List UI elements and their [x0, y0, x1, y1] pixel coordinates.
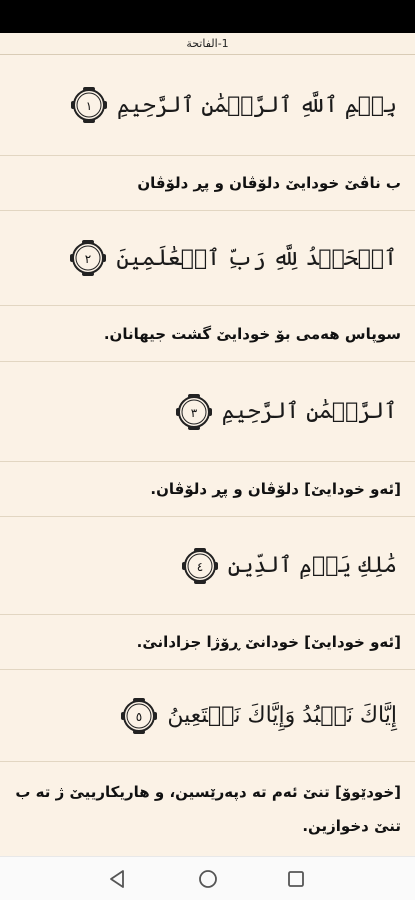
- verse-arabic-text: بِسۡمِ ٱللَّهِ ٱلرَّحۡمَٰنِ ٱلرَّحِيمِ: [116, 92, 397, 118]
- verse-row-4[interactable]: مَٰلِكِ يَوۡمِ ٱلدِّينِ ٤: [0, 517, 415, 615]
- ayah-number-marker-icon: ١: [70, 87, 107, 123]
- ayah-number: ٤: [196, 560, 202, 574]
- home-circle-icon[interactable]: [196, 867, 220, 891]
- verse-arabic-text: إِيَّاكَ نَعۡبُدُ وَإِيَّاكَ نَسۡتَعِينُ: [167, 703, 397, 728]
- translation-row-2[interactable]: سوپاس هەمی بۆ خودایێ گشت جیهانان.: [0, 306, 415, 362]
- verse-row-3[interactable]: ٱلرَّحۡمَٰنِ ٱلرَّحِيمِ ٣: [0, 362, 415, 462]
- verse-arabic-text: ٱلۡحَمۡدُ لِلَّهِ رَبِّ ٱلۡعَٰلَمِينَ: [116, 245, 397, 271]
- verse-row-1[interactable]: بِسۡمِ ٱللَّهِ ٱلرَّحۡمَٰنِ ٱلرَّحِيمِ ١: [0, 55, 415, 156]
- back-triangle-icon[interactable]: [106, 867, 130, 891]
- verse-arabic-text: ٱلرَّحۡمَٰنِ ٱلرَّحِيمِ: [221, 399, 397, 424]
- verse-list[interactable]: بِسۡمِ ٱللَّهِ ٱلرَّحۡمَٰنِ ٱلرَّحِيمِ ١…: [0, 55, 415, 856]
- verse-translation: ب ناڤێ خودایێ دلۆڤان و پڕ دلۆڤان: [137, 174, 401, 192]
- ayah-number-marker-icon: ٥: [121, 697, 158, 734]
- surah-title-bar: 1-الفاتحة: [0, 33, 415, 55]
- verse-translation: [ئەو خودایێ] دلۆڤان و پڕ دلۆڤان.: [150, 480, 401, 498]
- translation-row-3[interactable]: [ئەو خودایێ] دلۆڤان و پڕ دلۆڤان.: [0, 462, 415, 517]
- ayah-number: ٢: [85, 252, 91, 266]
- translation-row-4[interactable]: [ئەو خودایێ] خودانێ ڕۆژا جزادانێ.: [0, 615, 415, 670]
- surah-title: 1-الفاتحة: [186, 37, 229, 50]
- ayah-number-marker-icon: ٤: [181, 547, 218, 584]
- ayah-number-marker-icon: ٢: [70, 240, 107, 276]
- verse-translation: سوپاس هەمی بۆ خودایێ گشت جیهانان.: [103, 324, 401, 343]
- translation-row-1[interactable]: ب ناڤێ خودایێ دلۆڤان و پڕ دلۆڤان: [0, 156, 415, 211]
- ayah-number: ١: [86, 99, 92, 113]
- verse-row-2[interactable]: ٱلۡحَمۡدُ لِلَّهِ رَبِّ ٱلۡعَٰلَمِينَ ٢: [0, 211, 415, 306]
- ayah-number: ٥: [136, 710, 142, 724]
- verse-arabic-text: مَٰلِكِ يَوۡمِ ٱلدِّينِ: [227, 553, 397, 578]
- verse-row-5[interactable]: إِيَّاكَ نَعۡبُدُ وَإِيَّاكَ نَسۡتَعِينُ…: [0, 670, 415, 762]
- verse-translation: [ئەو خودایێ] خودانێ ڕۆژا جزادانێ.: [136, 633, 401, 651]
- recents-square-icon[interactable]: [284, 867, 308, 891]
- verse-translation: [خودێوۆ] تنێ ئەم تە دپەرێسین، و هاریکاری…: [15, 783, 401, 835]
- ayah-number-marker-icon: ٣: [175, 393, 212, 430]
- translation-row-5[interactable]: [خودێوۆ] تنێ ئەم تە دپەرێسین، و هاریکاری…: [0, 762, 415, 856]
- status-bar: [0, 0, 415, 33]
- system-navigation-bar: [0, 856, 415, 900]
- ayah-number: ٣: [191, 406, 198, 420]
